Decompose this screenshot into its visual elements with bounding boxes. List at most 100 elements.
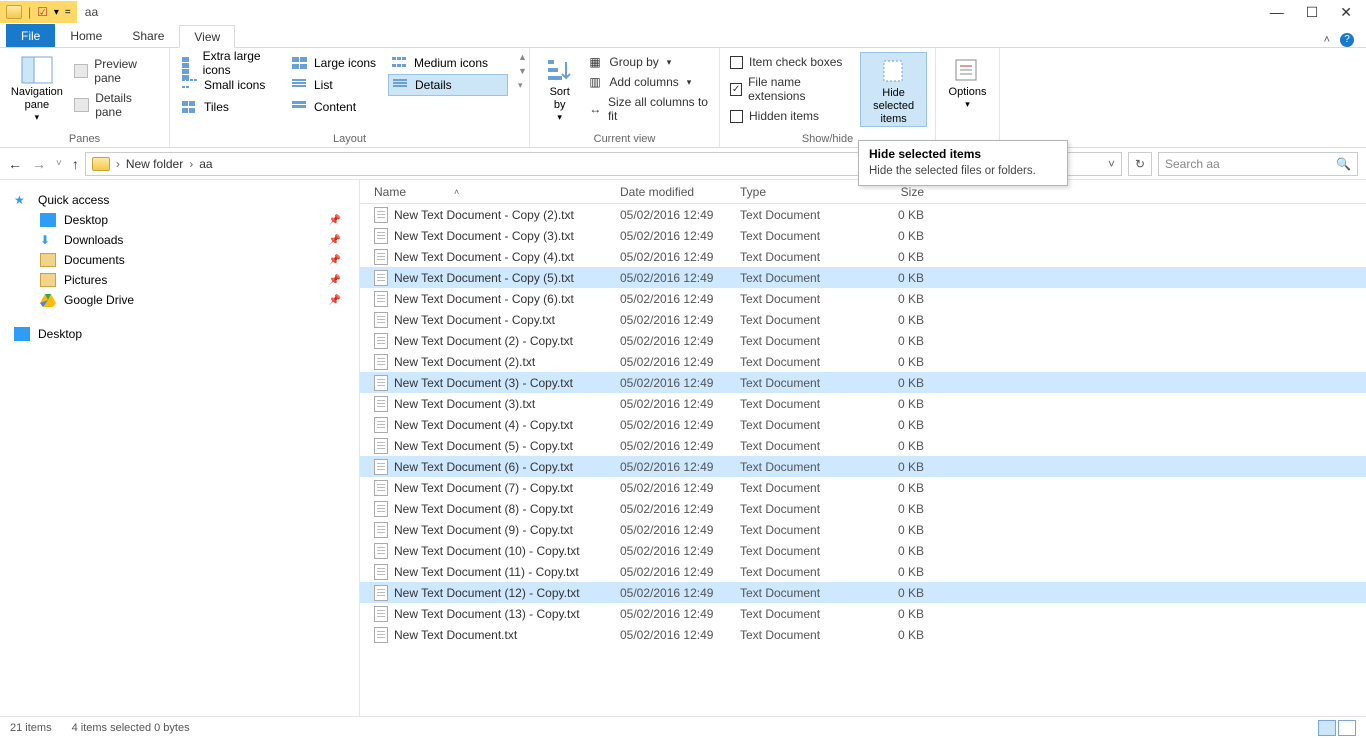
file-row[interactable]: New Text Document - Copy (6).txt05/02/20…: [360, 288, 1366, 309]
item-check-boxes-toggle[interactable]: Item check boxes: [728, 54, 854, 70]
column-size[interactable]: Size: [860, 185, 930, 199]
add-columns-button[interactable]: ▥Add columns▾: [587, 74, 711, 90]
search-box[interactable]: Search aa 🔍: [1158, 152, 1358, 176]
group-panes-label: Panes: [8, 133, 161, 147]
file-type: Text Document: [740, 292, 860, 306]
file-size: 0 KB: [860, 313, 930, 327]
file-row[interactable]: New Text Document (3).txt05/02/2016 12:4…: [360, 393, 1366, 414]
navigation-pane-button[interactable]: Navigation pane ▾: [8, 52, 66, 123]
column-date[interactable]: Date modified: [620, 185, 740, 199]
group-by-button[interactable]: ▦Group by▾: [587, 54, 711, 70]
file-row[interactable]: New Text Document.txt05/02/2016 12:49Tex…: [360, 624, 1366, 645]
qat-overflow-icon[interactable]: =: [65, 7, 71, 18]
file-size: 0 KB: [860, 250, 930, 264]
text-file-icon: [374, 543, 388, 559]
tab-home[interactable]: Home: [55, 24, 117, 47]
title-bar: | ☑ ▾ = aa — ☐ ✕: [0, 0, 1366, 24]
file-row[interactable]: New Text Document - Copy (4).txt05/02/20…: [360, 246, 1366, 267]
forward-button[interactable]: →: [32, 156, 46, 172]
tab-file[interactable]: File: [6, 24, 55, 47]
file-date: 05/02/2016 12:49: [620, 376, 740, 390]
file-row[interactable]: New Text Document (13) - Copy.txt05/02/2…: [360, 603, 1366, 624]
file-row[interactable]: New Text Document - Copy (3).txt05/02/20…: [360, 225, 1366, 246]
column-name[interactable]: Name: [374, 185, 406, 199]
minimize-button[interactable]: —: [1270, 4, 1284, 21]
pin-icon: 📌: [329, 235, 341, 246]
view-details-icon[interactable]: [1318, 720, 1336, 736]
qat-props-icon[interactable]: ☑: [37, 5, 48, 19]
layout-extra-large[interactable]: Extra large icons: [178, 52, 288, 74]
file-row[interactable]: New Text Document (2).txt05/02/2016 12:4…: [360, 351, 1366, 372]
sort-by-button[interactable]: Sort by ▾: [538, 52, 581, 123]
size-columns-button[interactable]: ↔Size all columns to fit: [587, 94, 711, 124]
layout-scroll-down-icon[interactable]: ▼: [518, 66, 527, 76]
hide-selected-items-button[interactable]: Hide selected items: [860, 52, 927, 127]
file-date: 05/02/2016 12:49: [620, 502, 740, 516]
file-name-extensions-toggle[interactable]: ✓File name extensions: [728, 74, 854, 104]
layout-tiles[interactable]: Tiles: [178, 96, 288, 118]
details-pane-button[interactable]: Details pane: [72, 90, 161, 120]
layout-expand-icon[interactable]: ▾: [518, 80, 527, 91]
file-date: 05/02/2016 12:49: [620, 607, 740, 621]
help-icon[interactable]: ?: [1340, 33, 1354, 47]
window-controls: — ☐ ✕: [1270, 4, 1366, 21]
view-thumbnails-icon[interactable]: [1338, 720, 1356, 736]
ribbon-collapse-icon[interactable]: ˄: [1324, 34, 1330, 46]
tab-share[interactable]: Share: [117, 24, 179, 47]
breadcrumb-dropdown-icon[interactable]: ˅: [1108, 157, 1115, 171]
file-type: Text Document: [740, 565, 860, 579]
file-row[interactable]: New Text Document (8) - Copy.txt05/02/20…: [360, 498, 1366, 519]
hidden-items-toggle[interactable]: Hidden items: [728, 108, 854, 124]
maximize-button[interactable]: ☐: [1306, 4, 1319, 21]
sidebar-desktop[interactable]: Desktop 📌: [0, 210, 359, 230]
file-row[interactable]: New Text Document (12) - Copy.txt05/02/2…: [360, 582, 1366, 603]
options-button[interactable]: Options ▾: [944, 52, 991, 110]
layout-scroll-up-icon[interactable]: ▲: [518, 52, 527, 62]
file-row[interactable]: New Text Document - Copy (2).txt05/02/20…: [360, 204, 1366, 225]
back-button[interactable]: ←: [8, 156, 22, 172]
tab-view[interactable]: View: [179, 25, 235, 48]
sidebar-quick-access[interactable]: ★ Quick access: [0, 190, 359, 210]
file-row[interactable]: New Text Document (6) - Copy.txt05/02/20…: [360, 456, 1366, 477]
file-row[interactable]: New Text Document (7) - Copy.txt05/02/20…: [360, 477, 1366, 498]
column-type[interactable]: Type: [740, 185, 860, 199]
file-row[interactable]: New Text Document (2) - Copy.txt05/02/20…: [360, 330, 1366, 351]
text-file-icon: [374, 501, 388, 517]
layout-large[interactable]: Large icons: [288, 52, 388, 74]
file-size: 0 KB: [860, 439, 930, 453]
layout-list[interactable]: List: [288, 74, 388, 96]
file-row[interactable]: New Text Document (9) - Copy.txt05/02/20…: [360, 519, 1366, 540]
layout-content[interactable]: Content: [288, 96, 388, 118]
pin-icon: 📌: [329, 295, 341, 306]
file-row[interactable]: New Text Document (11) - Copy.txt05/02/2…: [360, 561, 1366, 582]
file-row[interactable]: New Text Document (4) - Copy.txt05/02/20…: [360, 414, 1366, 435]
layout-small[interactable]: Small icons: [178, 74, 288, 96]
text-file-icon: [374, 627, 388, 643]
breadcrumb-seg-1[interactable]: New folder: [126, 157, 183, 171]
up-button[interactable]: ↑: [72, 156, 79, 172]
file-name: New Text Document (3) - Copy.txt: [394, 376, 573, 390]
layout-medium[interactable]: Medium icons: [388, 52, 508, 74]
layout-details[interactable]: Details: [388, 74, 508, 96]
file-name: New Text Document.txt: [394, 628, 517, 642]
sidebar-pictures[interactable]: Pictures 📌: [0, 270, 359, 290]
file-row[interactable]: New Text Document (10) - Copy.txt05/02/2…: [360, 540, 1366, 561]
sidebar-google-drive[interactable]: Google Drive 📌: [0, 290, 359, 310]
close-button[interactable]: ✕: [1340, 4, 1352, 21]
file-row[interactable]: New Text Document (3) - Copy.txt 05/02/20…: [360, 372, 1366, 393]
sidebar-documents[interactable]: Documents 📌: [0, 250, 359, 270]
sidebar-downloads[interactable]: ⬇ Downloads 📌: [0, 230, 359, 250]
preview-pane-button[interactable]: Preview pane: [72, 56, 161, 86]
breadcrumb-seg-2[interactable]: aa: [199, 157, 212, 171]
file-row[interactable]: New Text Document (5) - Copy.txt05/02/20…: [360, 435, 1366, 456]
file-size: 0 KB: [860, 271, 930, 285]
qat-chevron-icon[interactable]: ▾: [54, 7, 59, 18]
status-selection: 4 items selected 0 bytes: [72, 722, 190, 734]
file-row[interactable]: New Text Document - Copy.txt05/02/2016 1…: [360, 309, 1366, 330]
file-row[interactable]: New Text Document - Copy (5).txt05/02/20…: [360, 267, 1366, 288]
sidebar-desktop-root[interactable]: Desktop: [0, 324, 359, 344]
text-file-icon: [374, 207, 388, 223]
star-icon: ★: [14, 193, 30, 207]
refresh-button[interactable]: ↻: [1128, 152, 1152, 176]
recent-locations-button[interactable]: ˅: [56, 158, 62, 169]
